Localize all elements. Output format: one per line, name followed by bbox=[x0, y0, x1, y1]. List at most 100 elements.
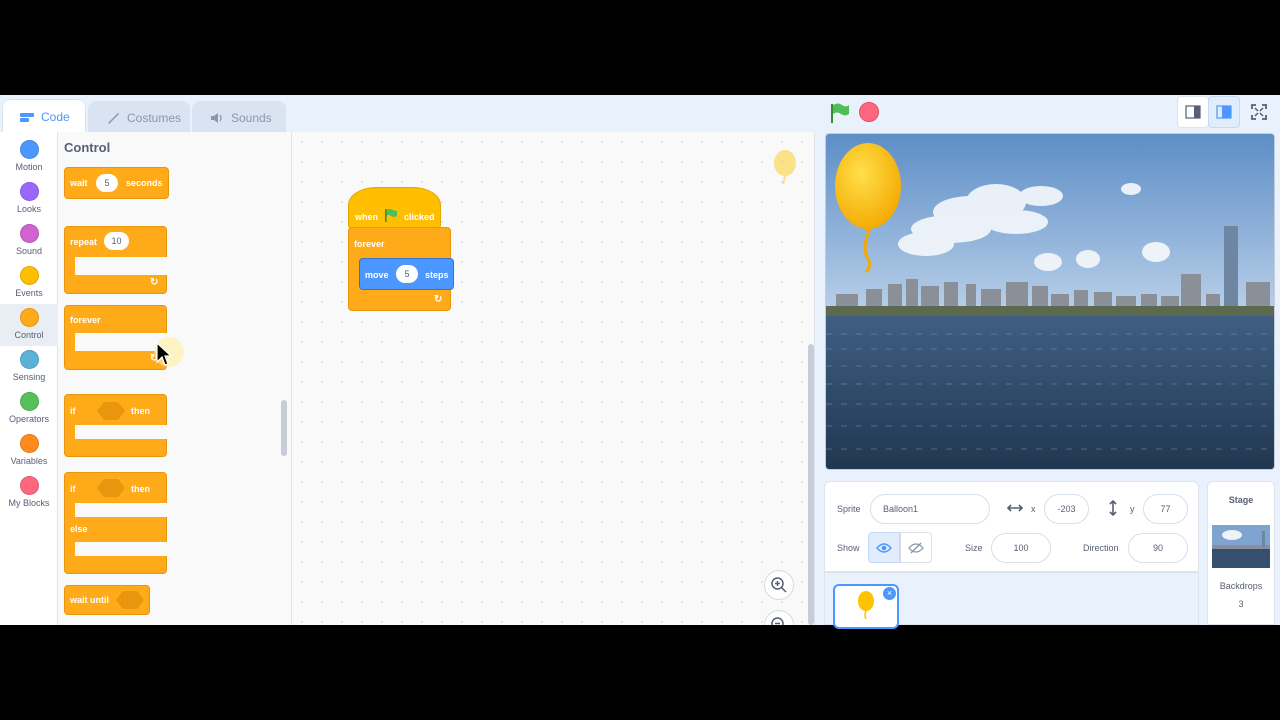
category-label: Motion bbox=[15, 162, 43, 172]
condition-slot[interactable] bbox=[97, 479, 125, 497]
category-looks[interactable]: Looks bbox=[0, 178, 58, 220]
green-flag-icon bbox=[831, 103, 849, 123]
category-label: Sound bbox=[15, 246, 43, 256]
block-text: if bbox=[70, 484, 76, 494]
category-label: Variables bbox=[10, 456, 48, 466]
small-stage-button[interactable] bbox=[1177, 96, 1209, 128]
speaker-icon bbox=[211, 112, 222, 123]
motion-dot-icon bbox=[19, 140, 39, 159]
sprite-thumbnail-balloon[interactable]: × bbox=[833, 584, 899, 629]
tab-code-label: Code bbox=[41, 109, 70, 124]
block-if-then-else[interactable]: if then else bbox=[64, 472, 168, 574]
palette-title: Control bbox=[64, 140, 111, 155]
block-wait-seconds[interactable]: wait 5 seconds bbox=[64, 167, 169, 199]
stop-button[interactable] bbox=[859, 102, 879, 122]
script-area[interactable]: when clicked forever ↻ move 5 steps bbox=[292, 132, 815, 625]
y-position-input[interactable]: 77 bbox=[1143, 494, 1188, 524]
tab-sounds-label: Sounds bbox=[231, 110, 272, 125]
stage-canvas[interactable] bbox=[825, 133, 1275, 470]
operators-dot-icon bbox=[19, 392, 39, 411]
category-motion[interactable]: Motion bbox=[0, 136, 58, 178]
block-text: steps bbox=[425, 270, 449, 280]
sprite-watermark-icon bbox=[774, 150, 796, 185]
block-wait-until[interactable]: wait until bbox=[64, 585, 150, 615]
code-icon bbox=[20, 112, 34, 122]
stage-selector-panel[interactable]: Stage Backdrops 3 bbox=[1207, 481, 1275, 625]
block-text: move bbox=[365, 270, 389, 280]
block-text: forever bbox=[70, 315, 101, 325]
tab-code[interactable]: Code bbox=[2, 99, 86, 133]
category-label: Events bbox=[15, 288, 43, 298]
block-if-then[interactable]: if then bbox=[64, 394, 168, 457]
category-events[interactable]: Events bbox=[0, 262, 58, 304]
looks-dot-icon bbox=[19, 182, 39, 201]
block-text: wait bbox=[70, 178, 88, 188]
sprite-name-value: Balloon1 bbox=[883, 504, 919, 514]
sprite-label: Sprite bbox=[837, 504, 861, 514]
zoom-in-button[interactable] bbox=[764, 570, 794, 600]
y-label: y bbox=[1130, 504, 1135, 514]
block-forever[interactable]: forever ↻ bbox=[64, 305, 168, 370]
delete-sprite-icon[interactable]: × bbox=[883, 587, 896, 600]
category-control[interactable]: Control bbox=[0, 304, 58, 346]
condition-slot[interactable] bbox=[97, 402, 125, 420]
normal-stage-icon bbox=[1216, 105, 1232, 119]
direction-input[interactable]: 90 bbox=[1128, 533, 1188, 563]
category-sensing[interactable]: Sensing bbox=[0, 346, 58, 388]
block-text: then bbox=[131, 484, 150, 494]
green-flag-button[interactable] bbox=[828, 102, 850, 129]
category-label: Looks bbox=[16, 204, 42, 214]
balloon-thumbnail-icon bbox=[858, 591, 874, 619]
palette-scrollbar[interactable] bbox=[281, 400, 287, 456]
zoom-in-icon bbox=[771, 577, 787, 593]
green-flag-icon bbox=[385, 209, 397, 222]
category-my-blocks[interactable]: My Blocks bbox=[0, 472, 58, 514]
size-label: Size bbox=[965, 543, 983, 553]
block-when-flag-clicked[interactable]: when clicked bbox=[348, 187, 441, 229]
category-label: Sensing bbox=[12, 372, 46, 382]
tab-sounds[interactable]: Sounds bbox=[192, 101, 286, 133]
c-slot bbox=[75, 503, 168, 517]
block-text: if bbox=[70, 406, 76, 416]
block-text: when bbox=[355, 212, 379, 222]
category-operators[interactable]: Operators bbox=[0, 388, 58, 430]
block-move-steps[interactable]: move 5 steps bbox=[359, 258, 454, 290]
sprite-info-panel: Sprite Balloon1 x -203 y 77 Show Size 10… bbox=[824, 481, 1199, 572]
normal-stage-button[interactable] bbox=[1208, 96, 1240, 128]
eye-icon bbox=[876, 542, 892, 553]
wait-seconds-input[interactable]: 5 bbox=[96, 174, 118, 192]
block-text: repeat bbox=[70, 237, 98, 247]
direction-value: 90 bbox=[1152, 543, 1163, 553]
stage-panel-title: Stage bbox=[1228, 495, 1254, 505]
category-label: Operators bbox=[8, 414, 50, 424]
show-label: Show bbox=[837, 543, 860, 553]
control-dot-icon bbox=[19, 308, 39, 327]
hide-sprite-button[interactable] bbox=[900, 532, 932, 563]
block-repeat[interactable]: repeat 10 ↻ bbox=[64, 226, 168, 294]
condition-slot[interactable] bbox=[116, 591, 144, 609]
x-position-input[interactable]: -203 bbox=[1044, 494, 1089, 524]
block-text: wait until bbox=[70, 595, 109, 605]
zoom-out-button[interactable] bbox=[764, 610, 794, 625]
eye-hidden-icon bbox=[908, 542, 924, 553]
sprite-name-input[interactable]: Balloon1 bbox=[870, 494, 990, 524]
script-scrollbar[interactable] bbox=[808, 344, 814, 625]
fullscreen-button[interactable] bbox=[1243, 96, 1275, 128]
repeat-count-input[interactable]: 10 bbox=[104, 232, 129, 250]
backdrops-count: 3 bbox=[1238, 599, 1244, 609]
tab-costumes-label: Costumes bbox=[127, 110, 182, 125]
block-text: forever bbox=[354, 239, 385, 249]
show-sprite-button[interactable] bbox=[868, 532, 900, 563]
tab-costumes[interactable]: Costumes bbox=[88, 101, 190, 133]
fullscreen-icon bbox=[1251, 104, 1267, 120]
category-sound[interactable]: Sound bbox=[0, 220, 58, 262]
c-slot bbox=[75, 542, 168, 556]
x-label: x bbox=[1031, 504, 1036, 514]
small-stage-icon bbox=[1185, 105, 1201, 119]
size-input[interactable]: 100 bbox=[991, 533, 1051, 563]
brush-icon bbox=[108, 112, 119, 124]
category-variables[interactable]: Variables bbox=[0, 430, 58, 472]
direction-label: Direction bbox=[1083, 543, 1119, 553]
category-label: Control bbox=[14, 330, 44, 340]
move-steps-input[interactable]: 5 bbox=[396, 265, 418, 283]
